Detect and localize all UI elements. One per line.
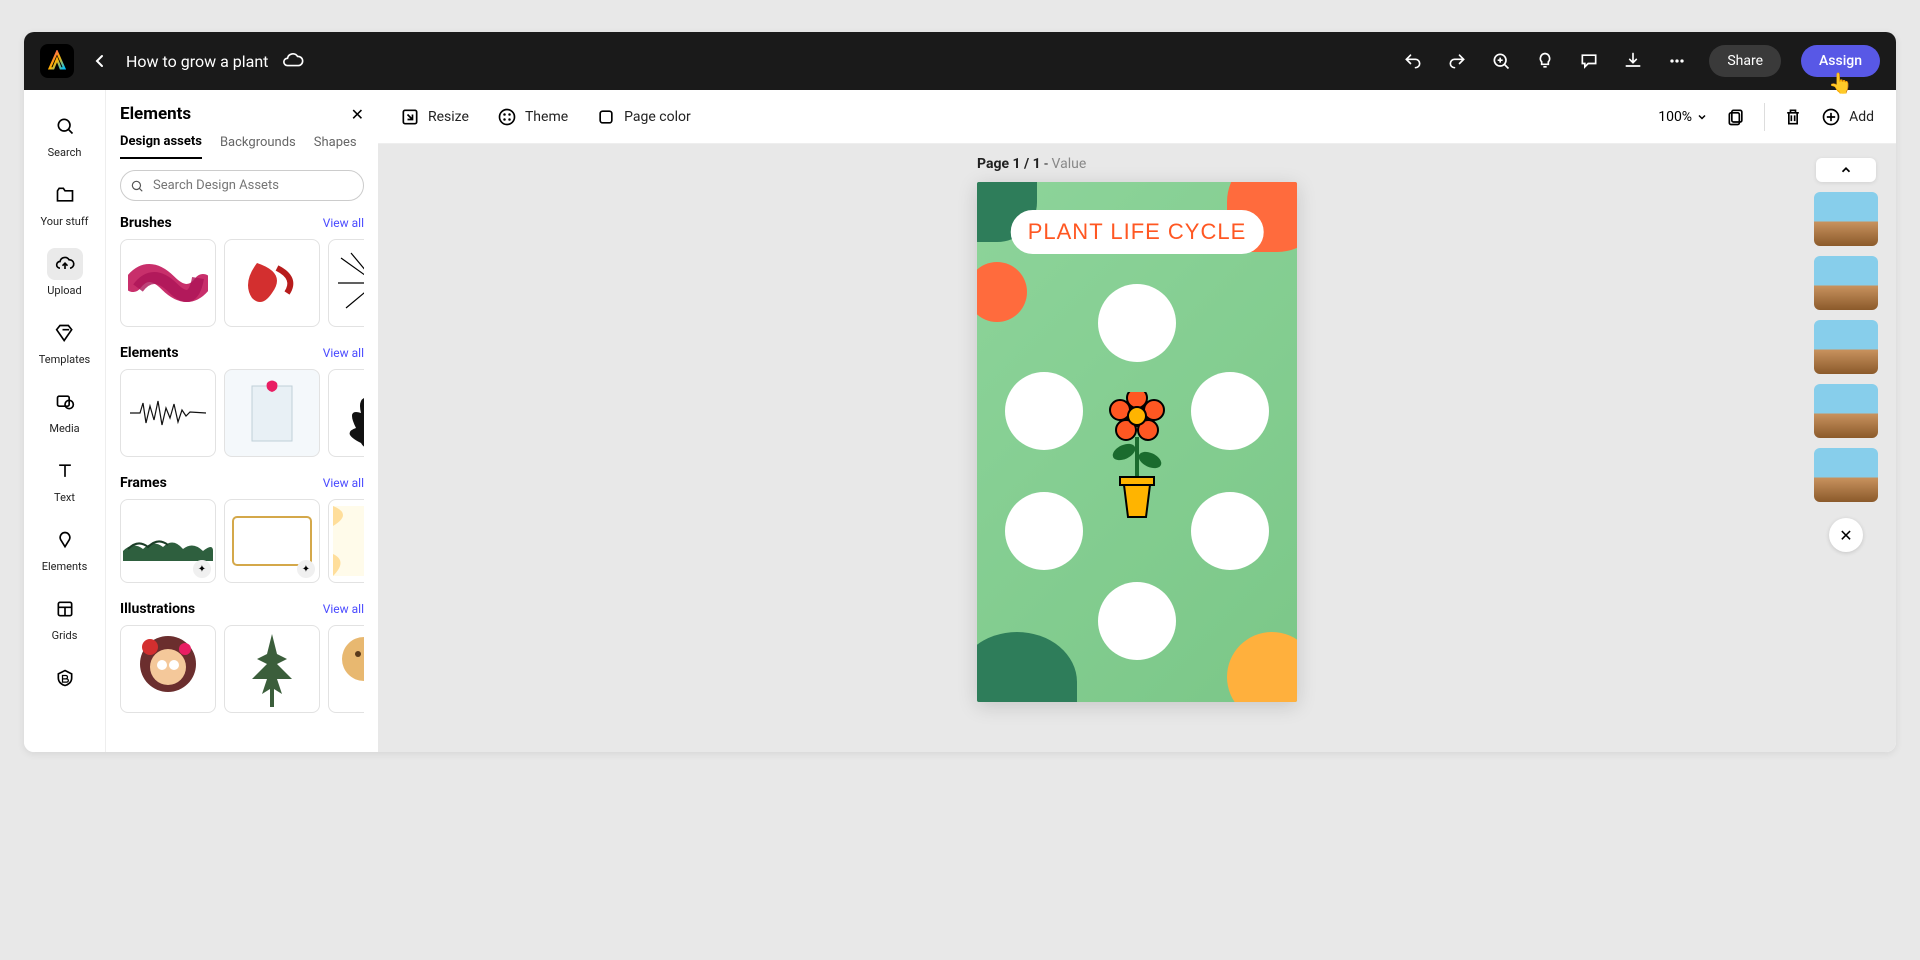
zoom-control[interactable]: 100% (1658, 109, 1708, 125)
cycle-circle (1005, 492, 1083, 570)
flower-pot-icon (1102, 392, 1172, 522)
pages-strip: ✕ (1814, 158, 1878, 552)
canvas-page[interactable]: PLANT LIFE CYCLE (977, 182, 1297, 702)
section-title-frames: Frames (120, 475, 167, 491)
page-thumbnail[interactable] (1814, 448, 1878, 502)
decoration-flower (1227, 632, 1297, 702)
decoration-leaf (977, 632, 1077, 702)
rail-brands[interactable] (34, 654, 96, 702)
page-thumbnail[interactable] (1814, 320, 1878, 374)
assign-button[interactable]: Assign (1801, 45, 1880, 77)
elements-panel: Elements ✕ Design assets Backgrounds Sha… (106, 90, 378, 752)
element-asset[interactable] (224, 369, 320, 457)
cycle-circle (1191, 372, 1269, 450)
illustration-asset[interactable] (328, 625, 364, 713)
ai-badge-icon: ✦ (297, 560, 315, 578)
back-button[interactable] (88, 49, 112, 73)
frame-asset[interactable]: ✦ (224, 499, 320, 583)
rail-label: Your stuff (40, 215, 88, 228)
cloud-sync-icon[interactable] (282, 50, 304, 72)
search-input[interactable] (120, 170, 364, 201)
strip-collapse-button[interactable] (1816, 158, 1876, 182)
decoration-flower (977, 262, 1027, 322)
rail-upload[interactable]: Upload (34, 240, 96, 305)
redo-button[interactable] (1445, 49, 1469, 73)
rail-media[interactable]: Media (34, 378, 96, 443)
theme-button[interactable]: Theme (497, 107, 568, 127)
panel-title: Elements (120, 104, 191, 124)
rail-grids[interactable]: Grids (34, 585, 96, 650)
tab-shapes[interactable]: Shapes (314, 135, 357, 158)
rail-search[interactable]: Search (34, 102, 96, 167)
rail-label: Search (48, 146, 82, 159)
canvas-ribbon: Resize Theme Page color 100% Add (378, 90, 1896, 144)
rail-templates[interactable]: Templates (34, 309, 96, 374)
brush-asset[interactable] (328, 239, 364, 327)
rail-label: Grids (52, 629, 78, 642)
section-title-illustrations: Illustrations (120, 601, 195, 617)
divider (1764, 103, 1765, 131)
cycle-circle (1098, 284, 1176, 362)
brush-asset[interactable] (224, 239, 320, 327)
search-icon (130, 179, 144, 193)
frame-asset[interactable]: ✦ (120, 499, 216, 583)
rail-label: Text (54, 491, 75, 504)
resize-button[interactable]: Resize (400, 107, 469, 127)
page-thumbnail[interactable] (1814, 192, 1878, 246)
rail-text[interactable]: Text (34, 447, 96, 512)
rail-your-stuff[interactable]: Your stuff (34, 171, 96, 236)
page-color-button[interactable]: Page color (596, 107, 691, 127)
duplicate-page-button[interactable] (1726, 107, 1746, 127)
page-thumbnail[interactable] (1814, 384, 1878, 438)
more-menu-icon[interactable] (1665, 49, 1689, 73)
share-button[interactable]: Share (1709, 45, 1781, 77)
page-label: Page 1 / 1 - Value (977, 156, 1297, 172)
view-all-brushes[interactable]: View all (323, 216, 364, 230)
page-thumbnail[interactable] (1814, 256, 1878, 310)
frame-asset[interactable] (328, 499, 364, 583)
view-all-frames[interactable]: View all (323, 476, 364, 490)
illustration-asset[interactable] (120, 625, 216, 713)
brush-asset[interactable] (120, 239, 216, 327)
left-rail: Search Your stuff Upload Templates Media… (24, 90, 106, 752)
canvas-area[interactable]: Page 1 / 1 - Value PLANT LIFE CYCLE (378, 144, 1896, 752)
cycle-circle (1005, 372, 1083, 450)
section-title-elements: Elements (120, 345, 179, 361)
app-logo[interactable] (40, 44, 74, 78)
top-bar: How to grow a plant Share Assign 👆 (24, 32, 1896, 90)
rail-label: Media (49, 422, 79, 435)
cycle-circle (1098, 582, 1176, 660)
rail-elements[interactable]: Elements (34, 516, 96, 581)
strip-close-button[interactable]: ✕ (1829, 518, 1863, 552)
tab-backgrounds[interactable]: Backgrounds (220, 135, 296, 158)
element-asset[interactable] (120, 369, 216, 457)
delete-button[interactable] (1783, 107, 1803, 127)
artwork-title: PLANT LIFE CYCLE (1011, 210, 1264, 254)
document-title[interactable]: How to grow a plant (126, 52, 268, 71)
lightbulb-icon[interactable] (1533, 49, 1557, 73)
zoom-to-fit-icon[interactable] (1489, 49, 1513, 73)
cycle-circle (1191, 492, 1269, 570)
comment-icon[interactable] (1577, 49, 1601, 73)
element-asset[interactable] (328, 369, 364, 457)
view-all-elements[interactable]: View all (323, 346, 364, 360)
illustration-asset[interactable] (224, 625, 320, 713)
rail-label: Upload (47, 284, 81, 297)
rail-label: Templates (39, 353, 90, 366)
app-window: How to grow a plant Share Assign 👆 Searc… (24, 32, 1896, 752)
panel-tabs: Design assets Backgrounds Shapes (120, 134, 364, 160)
close-panel-button[interactable]: ✕ (351, 105, 364, 124)
view-all-illustrations[interactable]: View all (323, 602, 364, 616)
undo-button[interactable] (1401, 49, 1425, 73)
ai-badge-icon: ✦ (193, 560, 211, 578)
section-title-brushes: Brushes (120, 215, 172, 231)
tab-design-assets[interactable]: Design assets (120, 134, 202, 159)
main-area: Resize Theme Page color 100% Add Page 1 … (378, 90, 1896, 752)
download-icon[interactable] (1621, 49, 1645, 73)
add-page-button[interactable]: Add (1821, 107, 1874, 127)
rail-label: Elements (42, 560, 88, 573)
